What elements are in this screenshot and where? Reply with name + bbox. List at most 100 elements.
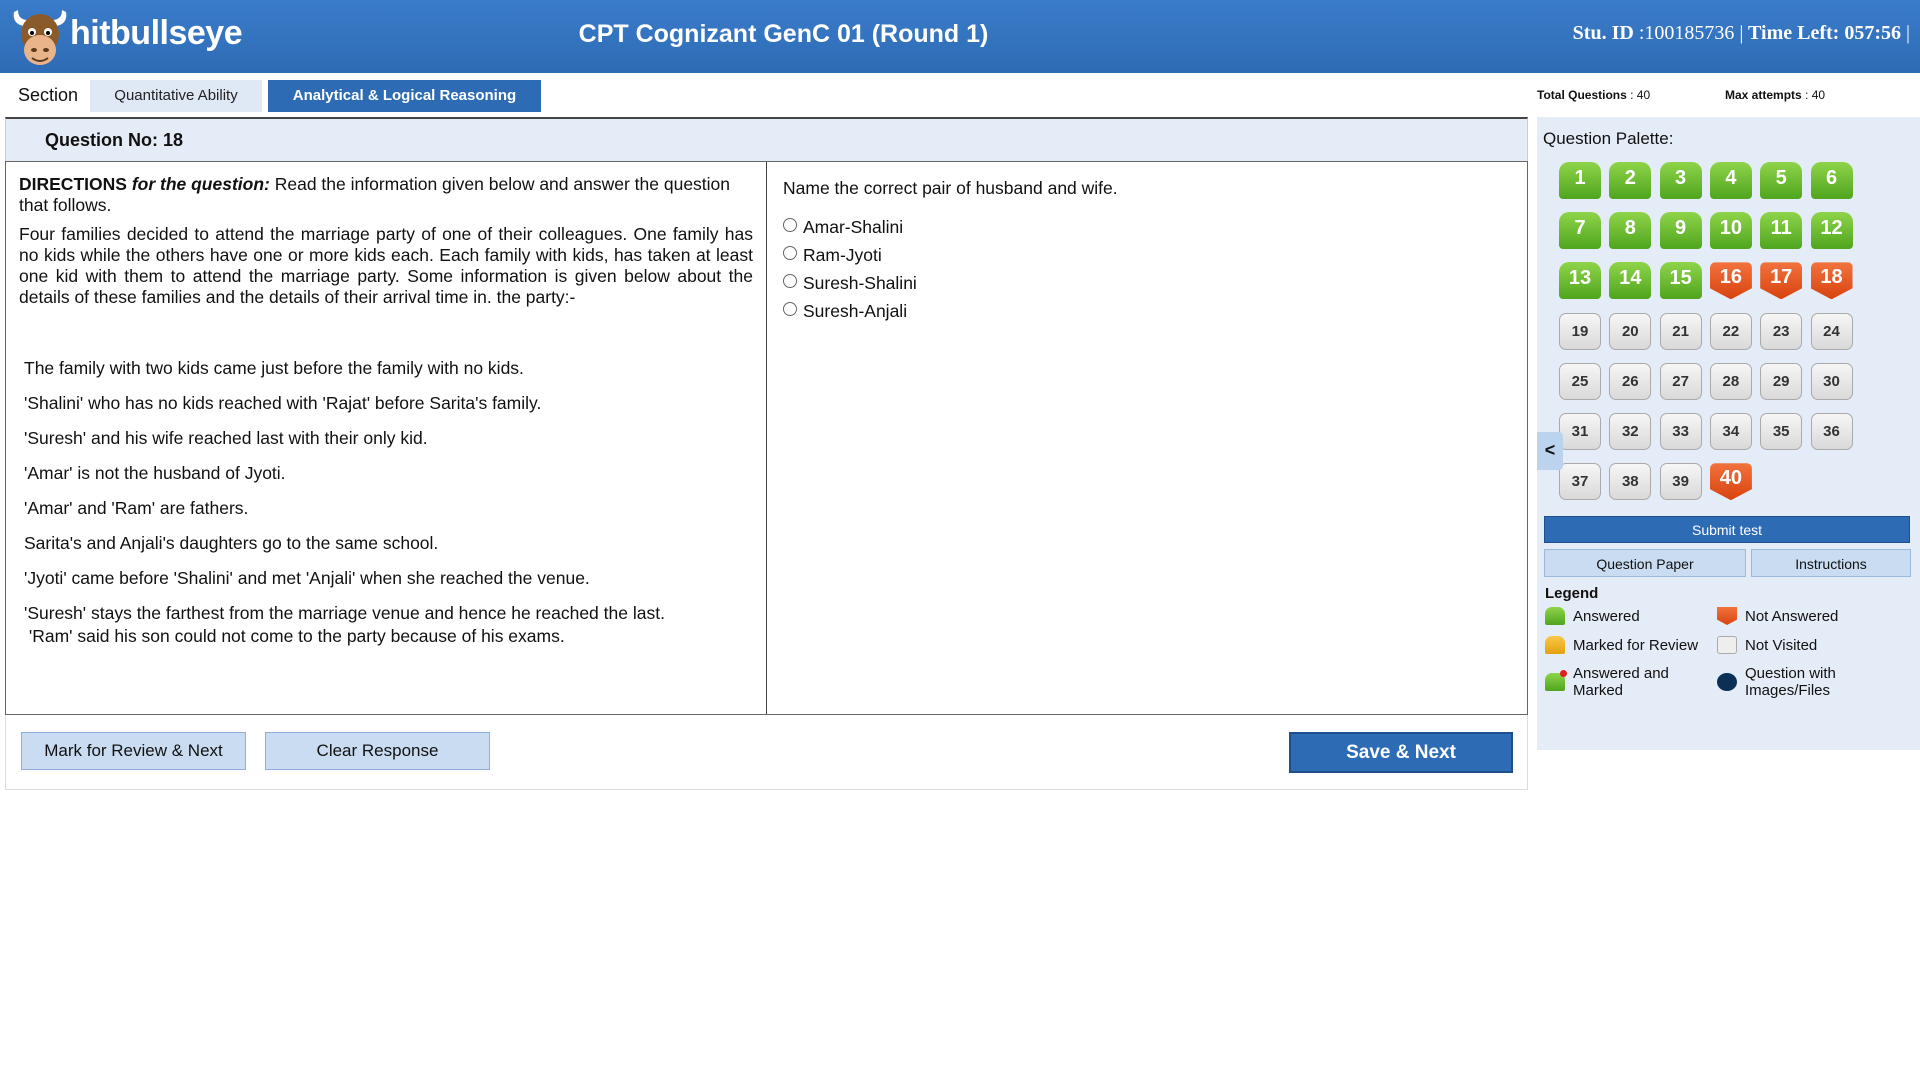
palette-question-number: 37 — [1571, 473, 1589, 491]
stu-id-value: :100185736 — [1638, 22, 1735, 44]
palette-question-number: 14 — [1619, 267, 1642, 290]
time-left-label: Time Left: — [1748, 22, 1840, 44]
palette-question-7[interactable]: 7 — [1559, 212, 1601, 250]
option-label: Suresh-Shalini — [803, 272, 917, 293]
stu-id-label: Stu. ID — [1572, 22, 1634, 44]
option-3[interactable]: Suresh-Shalini — [783, 269, 1513, 297]
action-bar: Mark for Review & Next Clear Response Sa… — [5, 715, 1528, 790]
answer-pane: Name the correct pair of husband and wif… — [768, 162, 1528, 714]
palette-question-40[interactable]: 40 — [1709, 463, 1752, 501]
palette-question-12[interactable]: 12 — [1810, 212, 1853, 250]
palette-question-35[interactable]: 35 — [1760, 413, 1803, 450]
palette-question-20[interactable]: 20 — [1609, 312, 1652, 350]
palette-question-15[interactable]: 15 — [1659, 262, 1702, 300]
palette-question-19[interactable]: 19 — [1559, 312, 1601, 350]
palette-question-39[interactable]: 39 — [1659, 463, 1702, 501]
option-4[interactable]: Suresh-Anjali — [783, 297, 1513, 325]
legend-label: Answered and Marked — [1573, 665, 1669, 699]
radio-button[interactable] — [783, 274, 797, 288]
radio-button[interactable] — [783, 246, 797, 260]
palette-question-4[interactable]: 4 — [1709, 162, 1752, 199]
palette-question-17[interactable]: 17 — [1760, 262, 1803, 300]
palette-question-8[interactable]: 8 — [1609, 212, 1652, 250]
palette-question-38[interactable]: 38 — [1609, 463, 1652, 501]
legend-answered-marked: Answered and Marked — [1545, 665, 1705, 699]
option-1[interactable]: Amar-Shalini — [783, 213, 1513, 241]
option-label: Suresh-Anjali — [803, 300, 908, 321]
palette-question-24[interactable]: 24 — [1810, 312, 1853, 350]
palette-question-number: 32 — [1621, 423, 1639, 440]
palette-question-30[interactable]: 30 — [1810, 362, 1853, 400]
palette-question-27[interactable]: 27 — [1659, 362, 1702, 400]
total-questions-value: : 40 — [1630, 88, 1651, 102]
palette-question-number: 38 — [1621, 473, 1639, 491]
palette-question-11[interactable]: 11 — [1760, 212, 1803, 250]
palette-question-31[interactable]: 31 — [1559, 413, 1601, 450]
palette-question-number: 12 — [1820, 217, 1843, 240]
palette-question-16[interactable]: 16 — [1709, 262, 1752, 300]
collapse-panel-button[interactable]: < — [1537, 432, 1563, 470]
question-paper-button[interactable]: Question Paper — [1544, 549, 1746, 577]
instructions-button[interactable]: Instructions — [1751, 549, 1911, 577]
question-number-label: Question No: — [45, 130, 158, 150]
palette-question-14[interactable]: 14 — [1609, 262, 1652, 300]
submit-test-button[interactable]: Submit test — [1544, 516, 1910, 543]
palette-question-number: 31 — [1571, 423, 1589, 440]
palette-question-9[interactable]: 9 — [1659, 212, 1702, 250]
palette-question-number: 22 — [1722, 322, 1740, 340]
question-number-value: 18 — [163, 130, 184, 150]
palette-question-2[interactable]: 2 — [1609, 162, 1652, 199]
palette-question-5[interactable]: 5 — [1760, 162, 1803, 199]
clue-item: 'Jyoti' came before 'Shalini' and met 'A… — [24, 568, 590, 588]
palette-question-36[interactable]: 36 — [1810, 413, 1853, 450]
question-number: Question No: 18 — [45, 130, 183, 151]
student-info: Stu. ID :100185736 | Time Left: 057:56 | — [1573, 22, 1910, 45]
palette-question-34[interactable]: 34 — [1709, 413, 1752, 450]
palette-question-1[interactable]: 1 — [1559, 162, 1601, 199]
palette-question-29[interactable]: 29 — [1760, 362, 1803, 400]
answered-marked-icon — [1545, 670, 1567, 691]
palette-question-25[interactable]: 25 — [1559, 362, 1601, 400]
palette-question-23[interactable]: 23 — [1760, 312, 1803, 350]
passage-pane: DIRECTIONS for the question: Read the in… — [6, 162, 767, 714]
mark-for-review-button[interactable]: Mark for Review & Next — [21, 732, 246, 770]
palette-question-13[interactable]: 13 — [1559, 262, 1601, 300]
answered-icon — [1545, 607, 1565, 625]
total-questions-label: Total Questions — [1537, 88, 1627, 102]
palette-title: Question Palette: — [1543, 129, 1674, 148]
question-body: DIRECTIONS for the question: Read the in… — [5, 161, 1528, 715]
palette-question-number: 7 — [1574, 217, 1586, 240]
question-palette-panel: Question Palette: 1 2 3 4 5 6 7 8 9 10 11 12 13 14 15 1… — [1537, 117, 1920, 750]
separator: | — [1739, 22, 1744, 44]
clear-response-button[interactable]: Clear Response — [265, 732, 490, 770]
directions-label: DIRECTIONS — [19, 174, 127, 194]
images-files-icon — [1717, 673, 1737, 691]
palette-question-32[interactable]: 32 — [1609, 413, 1652, 450]
palette-question-number: 24 — [1823, 322, 1840, 340]
palette-question-3[interactable]: 3 — [1659, 162, 1702, 199]
palette-question-37[interactable]: 37 — [1559, 463, 1601, 501]
clue-item: 'Shalini' who has no kids reached with '… — [24, 393, 542, 413]
tab-quantitative-ability[interactable]: Quantitative Ability — [90, 80, 262, 112]
palette-question-22[interactable]: 22 — [1709, 312, 1752, 350]
palette-question-number: 36 — [1823, 423, 1840, 440]
palette-question-18[interactable]: 18 — [1810, 262, 1853, 300]
palette-question-28[interactable]: 28 — [1709, 362, 1752, 400]
clue-item: 'Amar' and 'Ram' are fathers. — [24, 498, 249, 518]
legend-not-answered: Not Answered — [1717, 607, 1838, 625]
save-next-button[interactable]: Save & Next — [1289, 732, 1513, 773]
palette-question-number: 3 — [1675, 167, 1687, 189]
radio-button[interactable] — [783, 218, 797, 232]
tab-analytical-logical-reasoning[interactable]: Analytical & Logical Reasoning — [268, 80, 541, 112]
palette-question-6[interactable]: 6 — [1810, 162, 1853, 199]
total-questions: Total Questions : 40 — [1537, 88, 1650, 102]
option-2[interactable]: Ram-Jyoti — [783, 241, 1513, 269]
palette-question-33[interactable]: 33 — [1659, 413, 1702, 450]
palette-question-10[interactable]: 10 — [1709, 212, 1752, 250]
radio-button[interactable] — [783, 302, 797, 316]
question-header — [5, 117, 1528, 161]
palette-question-21[interactable]: 21 — [1659, 312, 1702, 350]
palette-question-26[interactable]: 26 — [1609, 362, 1652, 400]
separator: | — [1905, 22, 1910, 44]
time-left-value: 057:56 — [1844, 22, 1901, 44]
